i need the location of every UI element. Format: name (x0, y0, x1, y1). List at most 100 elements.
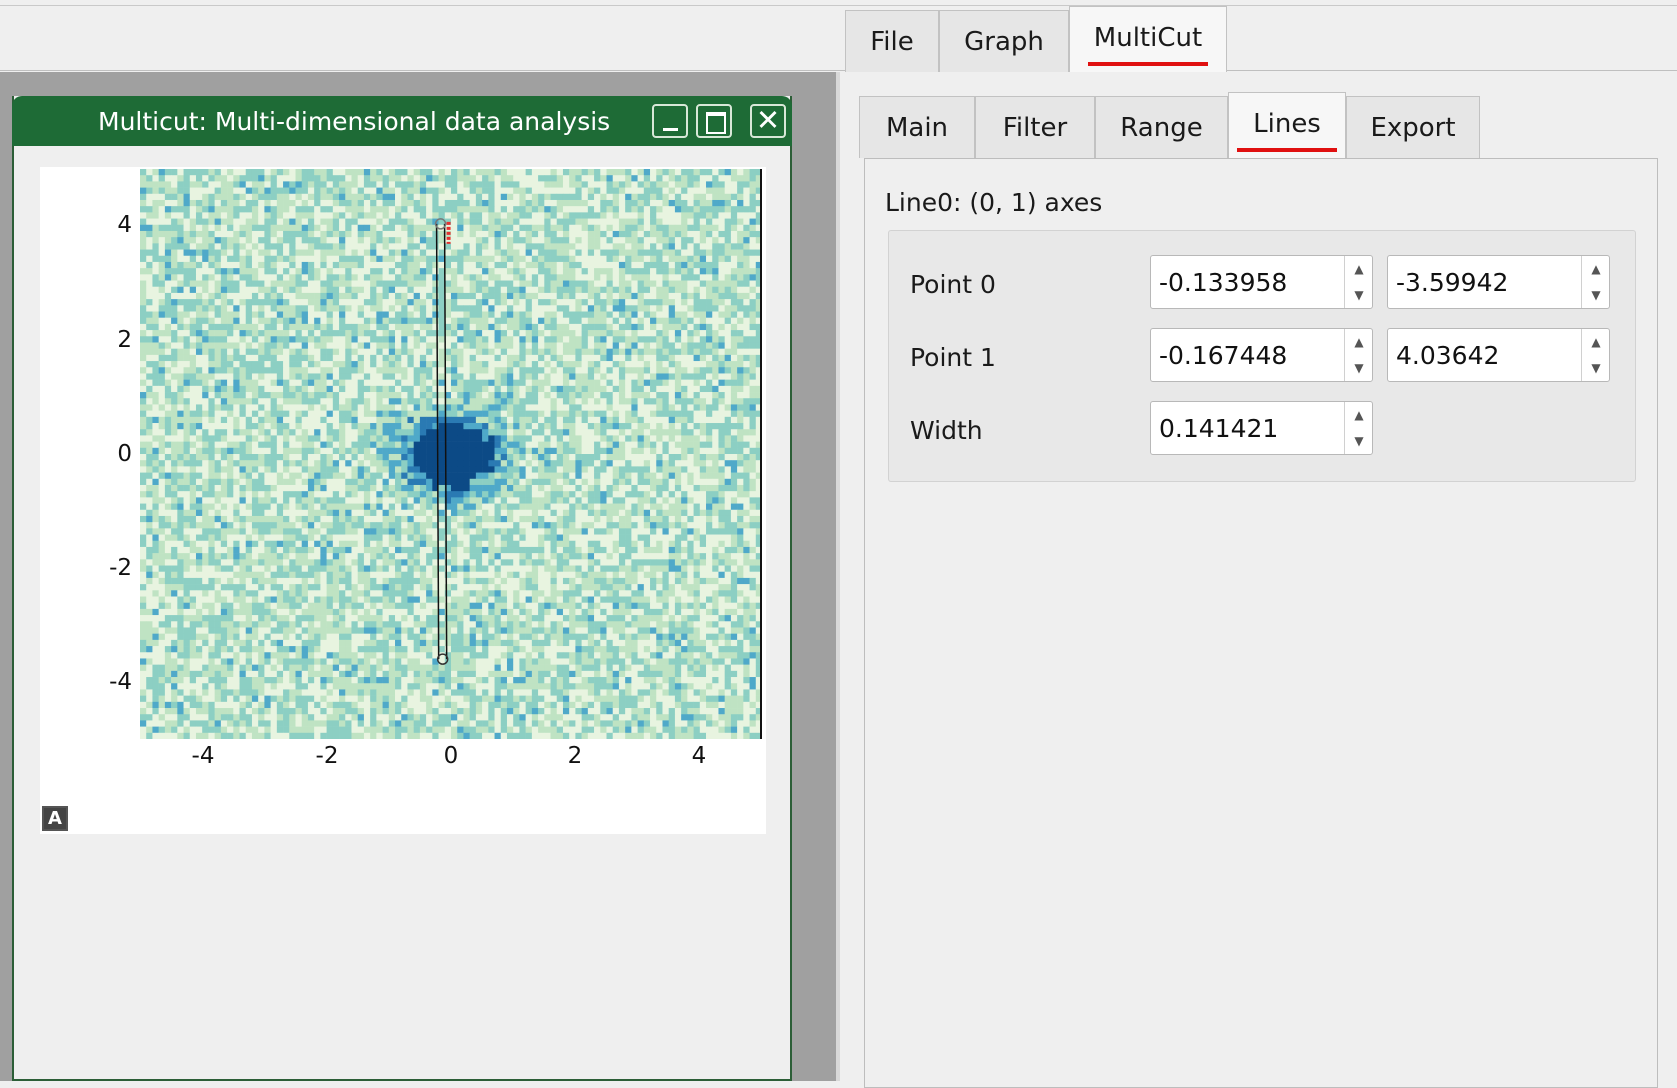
heatmap-cell (208, 261, 215, 269)
heatmap-cell (538, 342, 545, 349)
heatmap-cell (202, 404, 209, 411)
close-icon[interactable]: ✕ (750, 103, 786, 138)
heatmap-cell (208, 379, 215, 387)
heatmap-cell (314, 181, 321, 188)
heatmap-cell (650, 317, 657, 325)
heatmap-cell (419, 230, 427, 238)
heatmap-cell (637, 255, 645, 263)
heatmap-cell (457, 367, 464, 374)
heatmap-cell (164, 193, 172, 201)
heatmap-cell (656, 218, 663, 226)
heatmap-cell (432, 255, 439, 263)
tab-graph[interactable]: Graph (939, 10, 1069, 72)
heatmap-cell (351, 169, 358, 176)
heatmap-cell (351, 286, 358, 294)
heatmap-cell (289, 199, 296, 207)
maximize-icon[interactable] (696, 104, 732, 138)
heatmap-cell (438, 392, 446, 399)
heatmap-cell (475, 286, 483, 294)
heatmap-cell (575, 175, 582, 182)
heatmap-cell (426, 280, 433, 288)
heatmap-cell (407, 286, 414, 294)
heatmap-cell (177, 187, 184, 195)
heatmap-cell (164, 367, 172, 374)
heatmap-cell (749, 237, 757, 244)
heatmap-cell (637, 354, 645, 362)
heatmap-cell (395, 249, 402, 257)
heatmap-cell (538, 193, 545, 201)
heatmap-cell (643, 199, 651, 207)
heatmap-cell (413, 305, 421, 312)
heatmap-cell (164, 286, 172, 294)
tab-file[interactable]: File (845, 10, 939, 72)
heatmap-cell (575, 193, 582, 201)
heatmap-cell (699, 354, 707, 362)
heatmap-cell (357, 435, 365, 442)
heatmap-cell (631, 230, 638, 238)
heatmap-cell (494, 392, 502, 399)
heatmap-cell (637, 311, 645, 318)
heatmap-cell (612, 230, 620, 238)
heatmap-cell (376, 466, 383, 473)
heatmap-cell (171, 169, 178, 176)
heatmap-cell (426, 187, 433, 195)
heatmap-cell (706, 398, 713, 405)
heatmap-cell (625, 435, 632, 442)
heatmap-cell (264, 447, 271, 455)
heatmap-cell (730, 237, 738, 244)
heatmap-cell (382, 199, 390, 207)
heatmap-cell (339, 175, 346, 182)
heatmap-cell (140, 454, 147, 461)
heatmap-cell (463, 336, 470, 343)
heatmap-cell (189, 243, 197, 250)
heatmap-cell (270, 441, 278, 449)
heatmap-cell (227, 336, 234, 343)
heatmap-cell (195, 218, 203, 226)
heatmap-cell (214, 249, 222, 257)
heatmap-cell (245, 237, 253, 244)
minimize-icon[interactable] (652, 104, 688, 138)
heatmap-cell (189, 218, 197, 226)
heatmap-cell (606, 268, 614, 275)
heatmap-cell (140, 274, 147, 281)
heatmap-cell (513, 175, 520, 182)
heatmap-cell (388, 466, 396, 473)
heatmap-cell (177, 367, 184, 374)
heatmap-cell (401, 385, 408, 393)
heatmap-cell (650, 206, 657, 213)
heatmap-cell (264, 274, 271, 281)
heatmap-cell (183, 367, 191, 374)
heatmap-cell (693, 379, 701, 387)
heatmap-cell (357, 466, 365, 473)
heatmap-cell (463, 342, 470, 349)
heatmap-cell (245, 416, 253, 424)
heatmap-cell (320, 323, 327, 331)
heatmap-cell (656, 175, 663, 182)
tab-multicut[interactable]: MultiCut (1069, 6, 1227, 72)
heatmap-cell (382, 373, 390, 380)
heatmap-cell (432, 193, 439, 201)
heatmap-cell (612, 367, 620, 374)
heatmap-cell (177, 416, 184, 424)
heatmap-cell (183, 398, 191, 405)
subwindow-titlebar[interactable]: Multicut: Multi-dimensional data analysi… (12, 96, 792, 146)
heatmap[interactable] (140, 169, 762, 739)
heatmap-cell (531, 336, 539, 343)
heatmap-cell (643, 379, 651, 387)
heatmap-cell (706, 385, 713, 393)
heatmap-cell (140, 218, 147, 226)
heatmap-cell (388, 354, 396, 362)
heatmap-cell (730, 398, 738, 405)
heatmap-cell (451, 299, 458, 306)
heatmap-cell (401, 169, 408, 176)
heatmap-cell (531, 410, 539, 418)
heatmap-cell (314, 249, 321, 257)
heatmap-cell (320, 423, 327, 430)
heatmap-cell (606, 342, 614, 349)
heatmap-cell (612, 429, 620, 436)
heatmap-cell (208, 429, 215, 436)
heatmap-cell (326, 230, 334, 238)
heatmap-cell (681, 268, 688, 275)
heatmap-cell (301, 212, 309, 219)
heatmap-cell (314, 237, 321, 244)
